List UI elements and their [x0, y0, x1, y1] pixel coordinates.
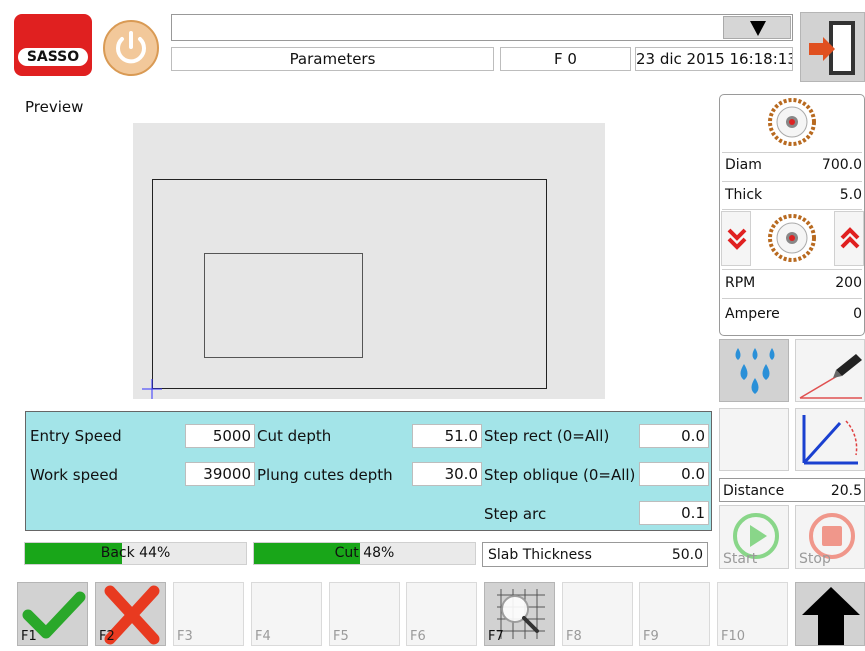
f10-button[interactable]: F10: [717, 582, 788, 646]
f5-button[interactable]: F5: [329, 582, 400, 646]
stop-button[interactable]: Stop: [795, 505, 865, 569]
thick-value: 5.0: [839, 187, 862, 203]
triangle-down-icon: [750, 21, 766, 36]
step-arc-label: Step arc: [484, 505, 547, 523]
step-arc-input[interactable]: 0.1: [639, 501, 709, 525]
arrow-up-icon: [802, 587, 860, 645]
distance-value: 20.5: [830, 483, 862, 499]
blade-down-button[interactable]: [721, 211, 751, 266]
exit-button[interactable]: [800, 12, 865, 82]
step-rect-label: Step rect (0=All): [484, 427, 610, 445]
up-arrow-button[interactable]: [795, 582, 865, 646]
start-label: Start: [723, 551, 758, 567]
back-progress-bar: Back 44%: [24, 542, 247, 565]
rpm-value: 200: [835, 275, 862, 291]
angle-icon: [802, 415, 858, 465]
plung-depth-label: Plung cutes depth: [257, 466, 393, 484]
diam-value: 700.0: [821, 157, 862, 173]
f8-button[interactable]: F8: [562, 582, 633, 646]
rpm-label: RPM: [725, 275, 756, 291]
pen-line-icon: [799, 354, 862, 399]
water-drops-icon: [735, 348, 775, 394]
distance-label: Distance: [723, 483, 785, 499]
thick-label: Thick: [725, 187, 763, 203]
blade-speed-icon: [768, 214, 816, 262]
origin-crosshair-icon: [142, 379, 162, 399]
work-speed-input[interactable]: 39000: [185, 462, 255, 486]
ampere-label: Ampere: [725, 306, 780, 322]
power-icon: [116, 31, 146, 64]
f2-cancel-button[interactable]: F2: [95, 582, 166, 646]
entry-speed-input[interactable]: 5000: [185, 424, 255, 448]
slab-thickness-value: 50.0: [671, 547, 703, 563]
slab-thickness-field: Slab Thickness 50.0: [482, 542, 708, 567]
cut-depth-input[interactable]: 51.0: [412, 424, 482, 448]
entry-speed-label: Entry Speed: [30, 427, 122, 445]
power-button[interactable]: [103, 20, 159, 76]
f3-button[interactable]: F3: [173, 582, 244, 646]
blade-up-button[interactable]: [834, 211, 864, 266]
status-dropdown[interactable]: [171, 14, 793, 41]
cut-rectangle: [204, 253, 363, 358]
double-chevron-down-icon: [727, 228, 747, 250]
empty-tool-button[interactable]: [719, 408, 789, 471]
cut-depth-label: Cut depth: [257, 427, 332, 445]
draw-line-button[interactable]: [795, 339, 865, 402]
step-oblique-input[interactable]: 0.0: [639, 462, 709, 486]
datetime: 23 dic 2015 16:18:13: [635, 47, 793, 71]
plung-depth-input[interactable]: 30.0: [412, 462, 482, 486]
f6-button[interactable]: F6: [406, 582, 477, 646]
page-title: Parameters: [171, 47, 494, 71]
sasso-logo: SASSO: [14, 14, 92, 76]
back-progress-label: Back 44%: [100, 545, 171, 561]
blade-panel: Diam 700.0 Thick 5.0 RPM 200 Ampere 0: [719, 94, 865, 336]
stop-label: Stop: [799, 551, 831, 567]
water-button[interactable]: [719, 339, 789, 402]
logo-text: SASSO: [26, 49, 80, 65]
function-indicator: F 0: [500, 47, 631, 71]
f7-zoom-grid-button[interactable]: F7: [484, 582, 555, 646]
blade-icon: [768, 98, 816, 146]
f9-button[interactable]: F9: [639, 582, 710, 646]
dropdown-button[interactable]: [723, 16, 791, 39]
ampere-value: 0: [853, 306, 862, 322]
exit-door-icon: [809, 21, 855, 75]
preview-label: Preview: [25, 98, 84, 116]
double-chevron-up-icon: [840, 227, 860, 249]
step-rect-input[interactable]: 0.0: [639, 424, 709, 448]
step-oblique-label: Step oblique (0=All): [484, 466, 636, 484]
cut-progress-bar: Cut 48%: [253, 542, 476, 565]
work-speed-label: Work speed: [30, 466, 119, 484]
cut-progress-label: Cut 48%: [334, 545, 395, 561]
angle-button[interactable]: [795, 408, 865, 471]
f1-confirm-button[interactable]: F1: [17, 582, 88, 646]
distance-field: Distance 20.5: [719, 478, 865, 502]
slab-thickness-label: Slab Thickness: [488, 547, 592, 563]
f4-button[interactable]: F4: [251, 582, 322, 646]
preview-canvas: [133, 123, 605, 399]
diam-label: Diam: [725, 157, 762, 173]
start-button[interactable]: Start: [719, 505, 789, 569]
